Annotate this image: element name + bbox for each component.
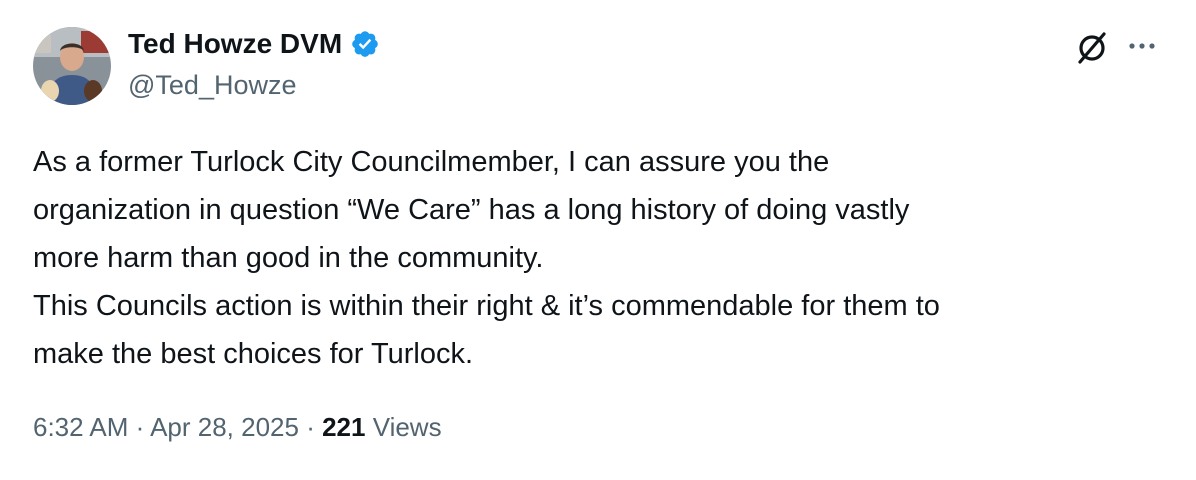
tweet-text-line: This Councils action is within their rig… xyxy=(33,290,940,322)
meta-separator: · xyxy=(298,412,323,442)
more-options-icon[interactable] xyxy=(1124,36,1160,56)
verified-badge-icon[interactable] xyxy=(350,29,380,59)
meta-separator: · xyxy=(128,412,151,442)
avatar[interactable] xyxy=(33,27,111,105)
tweet-card: Ted Howze DVM @Ted_Howze As a former Tur… xyxy=(0,0,1196,480)
tweet-text-line: more harm than good in the community. xyxy=(33,242,544,274)
author-name[interactable]: Ted Howze DVM xyxy=(128,28,380,60)
author-handle[interactable]: @Ted_Howze xyxy=(128,70,297,101)
tweet-text-line: organization in question “We Care” has a… xyxy=(33,194,910,226)
tweet-text-line: make the best choices for Turlock. xyxy=(33,338,474,370)
avatar-image xyxy=(33,27,111,105)
views-count: 221 xyxy=(322,412,366,442)
grok-icon[interactable] xyxy=(1074,30,1110,66)
tweet-text: As a former Turlock City Councilmember, … xyxy=(33,138,1163,378)
author-name-text: Ted Howze DVM xyxy=(128,28,343,59)
tweet-time[interactable]: 6:32 AM xyxy=(33,412,128,442)
views-label: Views xyxy=(372,412,442,442)
tweet-meta: 6:32 AM · Apr 28, 2025 · 221 Views xyxy=(33,412,442,443)
tweet-date[interactable]: Apr 28, 2025 xyxy=(150,412,299,442)
tweet-text-line: As a former Turlock City Councilmember, … xyxy=(33,146,830,178)
